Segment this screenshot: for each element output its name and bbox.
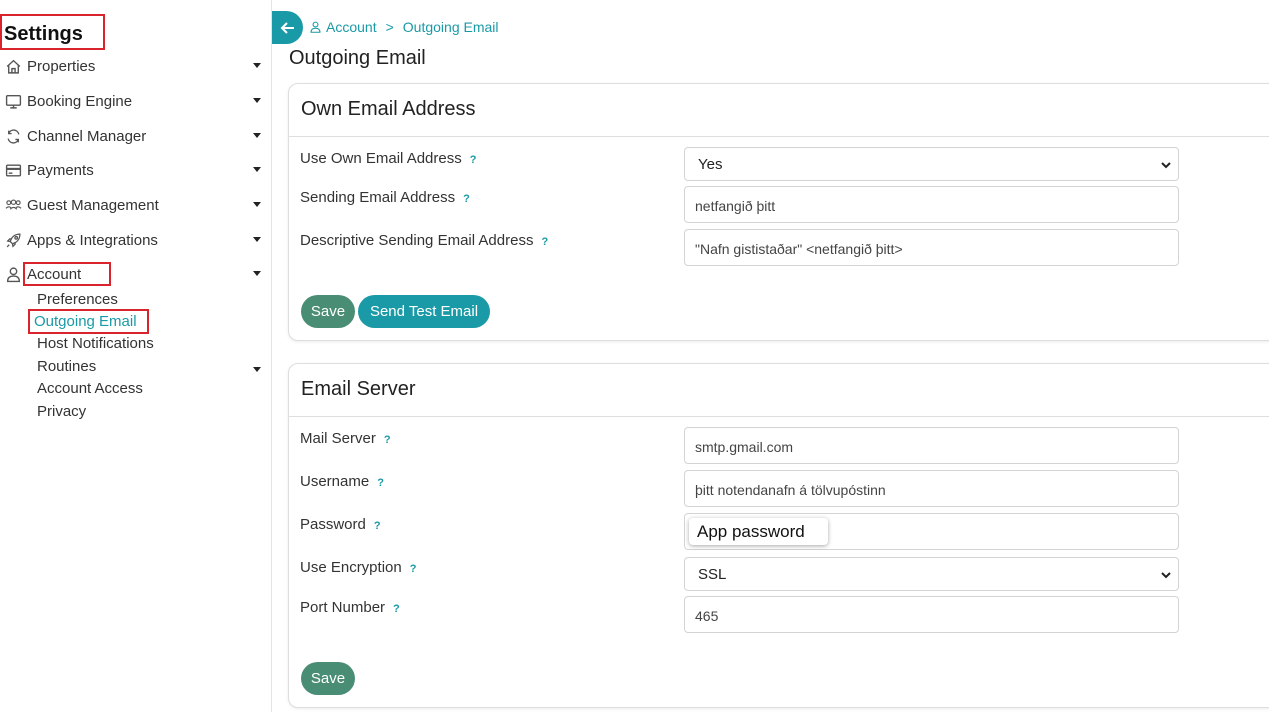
email-server-card-header: Email Server bbox=[289, 364, 1269, 417]
caret-down-icon[interactable] bbox=[253, 237, 261, 242]
sidebar-subitem-host-notifications[interactable]: Host Notifications bbox=[37, 335, 154, 352]
sidebar-item-label: Apps & Integrations bbox=[27, 231, 158, 249]
chevron-down-icon bbox=[1161, 162, 1171, 169]
page-title: Outgoing Email bbox=[289, 47, 426, 69]
outgoing-email-highlight-box bbox=[28, 309, 149, 334]
home-icon bbox=[3, 57, 23, 75]
sidebar-item-payments[interactable]: Payments bbox=[0, 156, 272, 184]
help-icon[interactable]: ? bbox=[470, 154, 477, 166]
sidebar-item-label: Booking Engine bbox=[27, 92, 133, 110]
breadcrumb-current[interactable]: Outgoing Email bbox=[403, 19, 499, 35]
caret-down-icon[interactable] bbox=[253, 202, 261, 207]
send-test-email-button[interactable]: Send Test Email bbox=[358, 295, 490, 328]
credit-card-icon bbox=[3, 161, 23, 179]
use-own-email-select[interactable]: Yes bbox=[684, 147, 1179, 181]
help-icon[interactable]: ? bbox=[384, 434, 391, 446]
caret-down-icon[interactable] bbox=[253, 271, 261, 276]
help-icon[interactable]: ? bbox=[541, 236, 548, 248]
sending-email-label: Sending Email Address? bbox=[300, 189, 470, 206]
descriptive-email-label: Descriptive Sending Email Address? bbox=[300, 232, 549, 249]
sidebar-item-properties[interactable]: Properties bbox=[0, 52, 272, 80]
sidebar-item-label: Channel Manager bbox=[27, 127, 147, 145]
breadcrumb: Account > Outgoing Email bbox=[309, 19, 499, 35]
own-email-card-header: Own Email Address bbox=[289, 84, 1269, 137]
help-icon[interactable]: ? bbox=[377, 477, 384, 489]
sidebar-subitem-account-access[interactable]: Account Access bbox=[37, 380, 143, 397]
help-icon[interactable]: ? bbox=[463, 193, 470, 205]
use-encryption-select[interactable]: SSL bbox=[684, 557, 1179, 591]
settings-title: Settings bbox=[0, 14, 105, 50]
sidebar-subitem-privacy[interactable]: Privacy bbox=[37, 403, 86, 420]
save-button[interactable]: Save bbox=[301, 662, 355, 695]
caret-down-icon[interactable] bbox=[253, 133, 261, 138]
user-icon bbox=[310, 21, 321, 33]
rocket-icon bbox=[3, 231, 23, 249]
help-icon[interactable]: ? bbox=[410, 563, 417, 575]
sidebar-subitem-preferences[interactable]: Preferences bbox=[37, 291, 118, 308]
user-icon bbox=[3, 265, 23, 283]
sidebar-item-booking-engine[interactable]: Booking Engine bbox=[0, 87, 272, 115]
sidebar-subitem-routines[interactable]: Routines bbox=[37, 358, 96, 375]
breadcrumb-separator: > bbox=[385, 19, 394, 35]
mail-server-input[interactable]: smtp.gmail.com bbox=[684, 427, 1179, 464]
caret-down-icon[interactable] bbox=[253, 367, 261, 372]
use-encryption-label: Use Encryption? bbox=[300, 559, 417, 576]
port-number-input[interactable]: 465 bbox=[684, 596, 1179, 633]
descriptive-email-input[interactable]: "Nafn gististaðar" <netfangið þitt> bbox=[684, 229, 1179, 266]
mail-server-label: Mail Server? bbox=[300, 430, 391, 447]
caret-down-icon[interactable] bbox=[253, 98, 261, 103]
sync-icon bbox=[3, 127, 23, 145]
sidebar-item-label: Guest Management bbox=[27, 196, 159, 214]
sidebar-item-label: Payments bbox=[27, 161, 94, 179]
caret-down-icon[interactable] bbox=[253, 167, 261, 172]
caret-down-icon[interactable] bbox=[253, 63, 261, 68]
port-number-label: Port Number? bbox=[300, 599, 400, 616]
username-input[interactable]: þitt notendanafn á tölvupóstinn bbox=[684, 470, 1179, 507]
help-icon[interactable]: ? bbox=[374, 520, 381, 532]
sidebar-item-label: Properties bbox=[27, 57, 96, 75]
arrow-left-icon bbox=[280, 21, 294, 34]
use-own-email-label: Use Own Email Address? bbox=[300, 150, 477, 167]
breadcrumb-account-link[interactable]: Account bbox=[326, 19, 377, 35]
save-button[interactable]: Save bbox=[301, 295, 355, 328]
help-icon[interactable]: ? bbox=[393, 603, 400, 615]
password-label: Password? bbox=[300, 516, 381, 533]
sidebar-item-apps-integrations[interactable]: Apps & Integrations bbox=[0, 226, 272, 254]
sidebar-item-channel-manager[interactable]: Channel Manager bbox=[0, 122, 272, 150]
sidebar-item-guest-management[interactable]: Guest Management bbox=[0, 191, 272, 219]
back-button[interactable] bbox=[272, 11, 303, 44]
sending-email-input[interactable]: netfangið þitt bbox=[684, 186, 1179, 223]
chevron-down-icon bbox=[1161, 572, 1171, 579]
username-label: Username? bbox=[300, 473, 384, 490]
password-tooltip: App password bbox=[689, 518, 828, 545]
sidebar: Settings Properties Booking Engine Chann… bbox=[0, 0, 272, 712]
account-highlight-box bbox=[23, 262, 111, 286]
monitor-icon bbox=[3, 92, 23, 110]
users-icon bbox=[3, 196, 23, 214]
